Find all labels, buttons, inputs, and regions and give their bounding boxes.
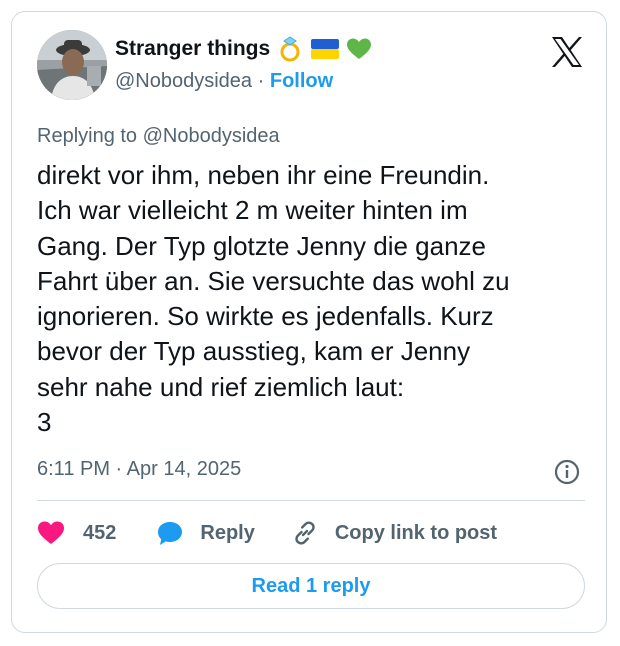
author-handle-row: @Nobodysidea · Follow (115, 70, 333, 93)
avatar[interactable] (37, 30, 107, 100)
follow-button[interactable]: Follow (270, 70, 333, 92)
reply-bubble-icon (158, 522, 183, 545)
handle-separator: · (257, 70, 265, 92)
copy-link-label: Copy link to post (334, 521, 498, 544)
ring-emoji-icon (280, 36, 300, 62)
divider (37, 500, 585, 501)
copy-link-button[interactable]: Copy link to post (291, 519, 497, 547)
x-logo-icon[interactable] (550, 35, 584, 69)
ukraine-flag-emoji-icon (311, 39, 340, 59)
author-handle[interactable]: @Nobodysidea (115, 70, 252, 92)
author-display-name[interactable]: Stranger things (115, 37, 270, 61)
read-replies-button[interactable]: Read 1 reply (37, 563, 585, 609)
link-icon (295, 521, 315, 545)
action-bar: 452 Reply Copy link to post (37, 517, 497, 549)
replying-to: Replying to @Nobodysidea (37, 125, 280, 147)
post-body: direkt vor ihm, neben ihr eine Freundin.… (37, 160, 510, 438)
reply-label: Reply (200, 521, 255, 544)
info-icon[interactable] (554, 459, 580, 485)
reply-button[interactable]: Reply (156, 520, 255, 546)
heart-icon (38, 521, 64, 544)
post-card: Stranger things @Nobodysidea · Follow Re… (11, 11, 607, 633)
profile-photo-icon (37, 30, 107, 100)
like-button[interactable]: 452 (37, 520, 116, 546)
like-count: 452 (83, 521, 117, 544)
post-timestamp[interactable]: 6:11 PM · Apr 14, 2025 (37, 458, 241, 481)
author-name-row: Stranger things (115, 36, 372, 62)
green-heart-emoji-icon (347, 38, 372, 59)
